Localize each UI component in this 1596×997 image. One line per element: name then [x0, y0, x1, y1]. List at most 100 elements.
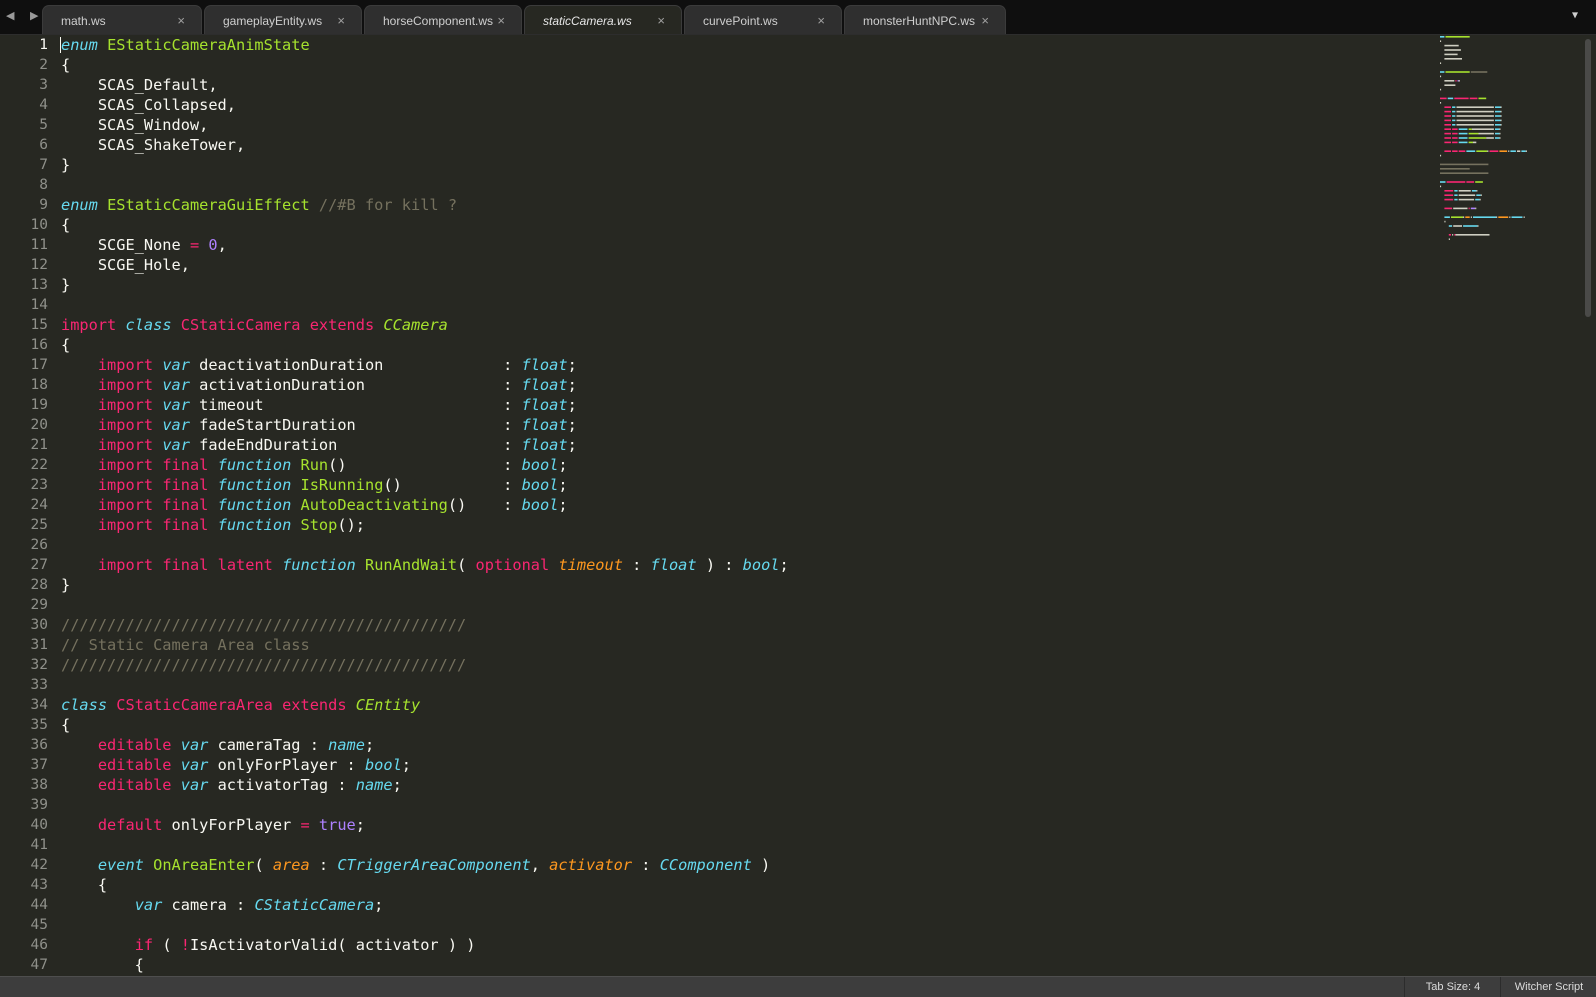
- minimap-stroke: [1454, 194, 1458, 196]
- minimap-stroke: [1470, 216, 1472, 218]
- line-number: 47: [30, 957, 48, 973]
- scrollbar-thumb[interactable]: [1585, 39, 1591, 317]
- code-line[interactable]: [61, 675, 789, 695]
- tab-label: curvePoint.ws: [703, 14, 778, 28]
- code-line[interactable]: SCGE_Hole,: [61, 255, 789, 275]
- minimap-stroke: [1476, 194, 1481, 196]
- code-token: (: [153, 936, 181, 954]
- code-editor[interactable]: 1 2 3 4 5 6 7 8 9 10 11 12 13 14 15 16 17 18 19 20 21 22 23 24 2…: [0, 35, 1596, 976]
- code-line[interactable]: SCAS_Default,: [61, 75, 789, 95]
- code-line[interactable]: import final function AutoDeactivating()…: [61, 495, 789, 515]
- code-line[interactable]: SCGE_None = 0,: [61, 235, 789, 255]
- code-line[interactable]: import var timeout : float;: [61, 395, 789, 415]
- code-line[interactable]: [61, 595, 789, 615]
- code-line[interactable]: enum EStaticCameraGuiEffect //#B for kil…: [61, 195, 789, 215]
- minimap-stroke: [1486, 137, 1494, 139]
- tab-list-dropdown-icon[interactable]: ▼: [1572, 10, 1578, 21]
- code-area[interactable]: enum EStaticCameraAnimState{ SCAS_Defaul…: [61, 35, 789, 975]
- code-line[interactable]: // Static Camera Area class: [61, 635, 789, 655]
- code-line[interactable]: import var deactivationDuration : float;: [61, 355, 789, 375]
- minimap-stroke: [1444, 150, 1451, 152]
- code-line[interactable]: {: [61, 875, 789, 895]
- minimap-stroke: [1458, 132, 1468, 135]
- code-line[interactable]: [61, 795, 789, 815]
- minimap-stroke: [1478, 97, 1487, 100]
- code-line[interactable]: enum EStaticCameraAnimState: [61, 35, 789, 55]
- code-line[interactable]: import class CStaticCamera extends CCame…: [61, 315, 789, 335]
- minimap[interactable]: [1440, 35, 1570, 255]
- tab-horsecomponent-ws[interactable]: horseComponent.ws ×: [364, 5, 522, 34]
- minimap-stroke: [1452, 128, 1458, 130]
- minimap-stroke: [1444, 220, 1446, 223]
- line-number: 28: [30, 577, 48, 593]
- code-token: event: [97, 856, 144, 874]
- code-token: ;: [567, 396, 577, 414]
- code-line[interactable]: class CStaticCameraArea extends CEntity: [61, 695, 789, 715]
- vertical-scrollbar[interactable]: [1582, 35, 1594, 976]
- code-line[interactable]: {: [61, 55, 789, 75]
- code-line[interactable]: import final function IsRunning() : bool…: [61, 475, 789, 495]
- code-line[interactable]: {: [61, 955, 789, 975]
- code-line[interactable]: }: [61, 275, 789, 295]
- tab-math-ws[interactable]: math.ws ×: [42, 5, 202, 34]
- code-line[interactable]: [61, 295, 789, 315]
- code-token: {: [61, 716, 71, 734]
- code-line[interactable]: editable var onlyForPlayer : bool;: [61, 755, 789, 775]
- minimap-stroke: [1456, 115, 1494, 117]
- minimap-stroke: [1440, 40, 1442, 42]
- tab-close-icon[interactable]: ×: [337, 13, 345, 28]
- minimap-stroke: [1468, 137, 1487, 139]
- tab-navigation-arrows-icon[interactable]: ◀ ▶: [6, 9, 44, 22]
- minimap-stroke: [1500, 110, 1502, 113]
- code-line[interactable]: import var fadeEndDuration : float;: [61, 435, 789, 455]
- code-line[interactable]: ////////////////////////////////////////…: [61, 655, 789, 675]
- status-syntax[interactable]: Witcher Script: [1500, 977, 1596, 997]
- status-tab-size[interactable]: Tab Size: 4: [1404, 977, 1501, 997]
- code-line[interactable]: [61, 915, 789, 935]
- minimap-stroke: [1440, 36, 1445, 38]
- code-line[interactable]: [61, 175, 789, 195]
- code-line[interactable]: var camera : CStaticCamera;: [61, 895, 789, 915]
- code-line[interactable]: editable var cameraTag : name;: [61, 735, 789, 755]
- tab-close-icon[interactable]: ×: [657, 13, 665, 28]
- code-line[interactable]: import final function Stop();: [61, 515, 789, 535]
- minimap-stroke: [1468, 132, 1479, 135]
- code-line[interactable]: {: [61, 715, 789, 735]
- code-line[interactable]: SCAS_Window,: [61, 115, 789, 135]
- tab-close-icon[interactable]: ×: [817, 13, 825, 28]
- tab-gameplayentity-ws[interactable]: gameplayEntity.ws ×: [204, 5, 362, 34]
- code-line[interactable]: if ( !IsActivatorValid( activator ) ): [61, 935, 789, 955]
- code-line[interactable]: SCAS_ShakeTower,: [61, 135, 789, 155]
- code-line[interactable]: import final latent function RunAndWait(…: [61, 555, 789, 575]
- code-line[interactable]: default onlyForPlayer = true;: [61, 815, 789, 835]
- code-line[interactable]: import final function Run() : bool;: [61, 455, 789, 475]
- minimap-stroke: [1469, 97, 1478, 100]
- code-line[interactable]: import var fadeStartDuration : float;: [61, 415, 789, 435]
- code-line[interactable]: import var activationDuration : float;: [61, 375, 789, 395]
- tab-close-icon[interactable]: ×: [497, 13, 505, 28]
- code-line[interactable]: }: [61, 575, 789, 595]
- tab-label: monsterHuntNPC.ws: [863, 14, 976, 28]
- code-line[interactable]: ////////////////////////////////////////…: [61, 615, 789, 635]
- tab-close-icon[interactable]: ×: [981, 13, 989, 28]
- code-line[interactable]: SCAS_Collapsed,: [61, 95, 789, 115]
- minimap-stroke: [1451, 216, 1464, 218]
- tab-staticcamera-ws[interactable]: staticCamera.ws ×: [524, 5, 682, 34]
- tab-curvepoint-ws[interactable]: curvePoint.ws ×: [684, 5, 842, 34]
- code-line[interactable]: [61, 835, 789, 855]
- code-line[interactable]: event OnAreaEnter( area : CTriggerAreaCo…: [61, 855, 789, 875]
- code-line[interactable]: editable var activatorTag : name;: [61, 775, 789, 795]
- code-token: SCAS_Collapsed,: [61, 96, 236, 114]
- minimap-stroke: [1475, 207, 1477, 210]
- code-line[interactable]: {: [61, 215, 789, 235]
- code-line[interactable]: [61, 535, 789, 555]
- tab-monsterhuntnpc-ws[interactable]: monsterHuntNPC.ws ×: [844, 5, 1006, 34]
- code-line[interactable]: {: [61, 335, 789, 355]
- tab-close-icon[interactable]: ×: [177, 13, 185, 28]
- code-token: var: [180, 776, 209, 794]
- code-line[interactable]: }: [61, 155, 789, 175]
